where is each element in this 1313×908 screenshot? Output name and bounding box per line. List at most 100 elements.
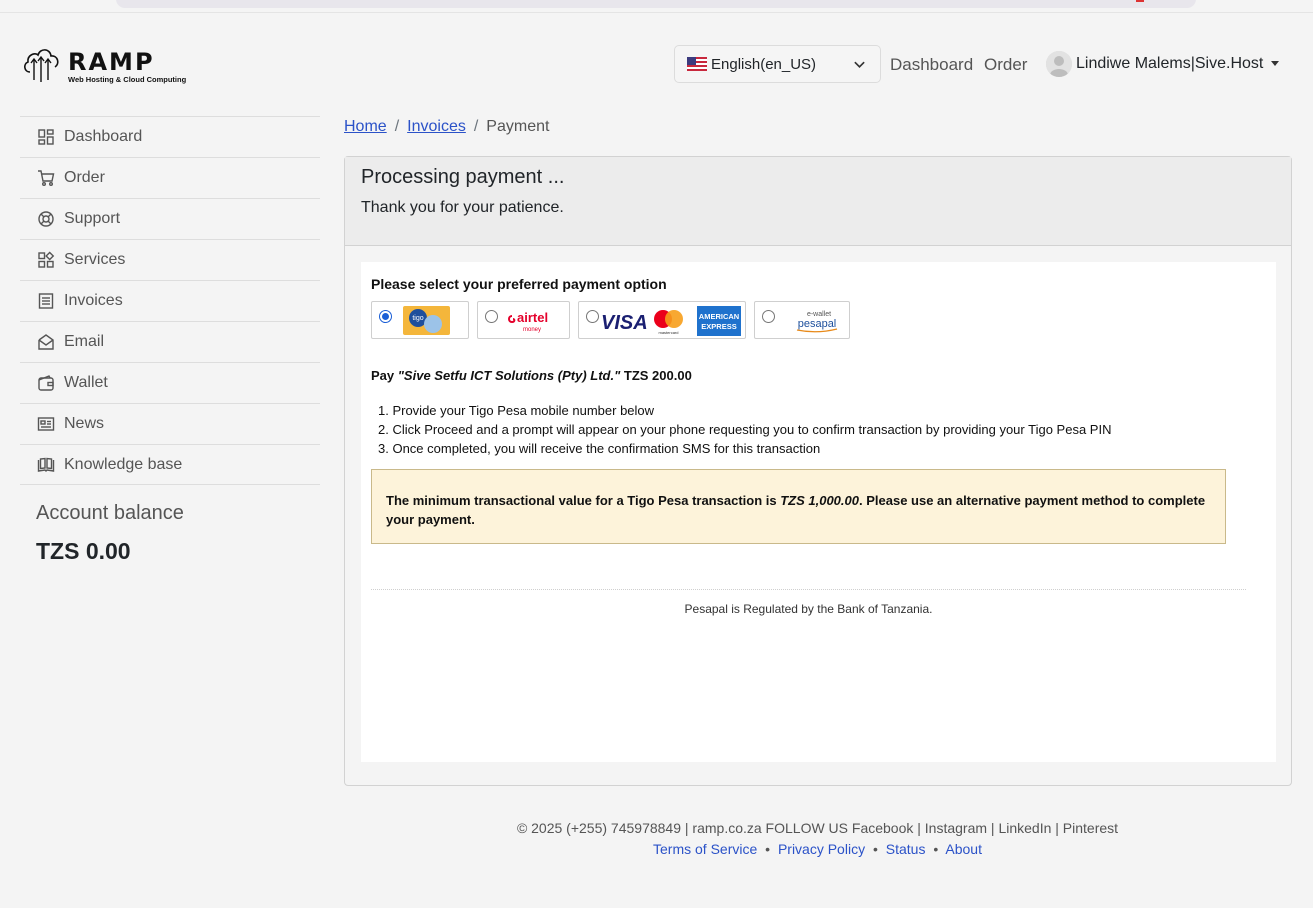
visa-logo-text: VISA xyxy=(601,312,648,334)
instruction-step: 2. Click Proceed and a prompt will appea… xyxy=(378,422,1112,437)
tigo-pesa-radio[interactable] xyxy=(379,310,392,323)
sidebar-item-label: Knowledge base xyxy=(64,455,183,473)
instruction-step: 1. Provide your Tigo Pesa mobile number … xyxy=(378,403,655,418)
sidebar-item-label: Email xyxy=(64,333,105,350)
wallet-icon xyxy=(38,375,54,391)
account-balance-label: Account balance xyxy=(36,502,184,524)
tigo-pesa-logo-icon: tigo xyxy=(403,306,450,335)
breadcrumb-separator: / xyxy=(473,118,479,135)
tigo-logo-text: tigo xyxy=(412,315,423,322)
lifebuoy-icon xyxy=(38,211,54,227)
sidebar-item-label: Wallet xyxy=(64,374,108,391)
nav-dashboard-link[interactable]: Dashboard xyxy=(890,55,973,75)
sidebar: Dashboard Order Support Services Invoice… xyxy=(20,116,320,485)
footer-separator: • xyxy=(933,841,939,857)
about-link[interactable]: About xyxy=(945,841,982,857)
sidebar-item-services[interactable]: Services xyxy=(20,239,320,280)
pesapal-logo-subtext: e-wallet xyxy=(807,311,831,318)
payment-option-airtel-money[interactable]: airtel money xyxy=(477,301,570,339)
language-select[interactable]: English(en_US) xyxy=(674,45,881,83)
sidebar-item-knowledge-base[interactable]: Knowledge base xyxy=(20,444,320,485)
sidebar-item-label: Support xyxy=(64,210,121,227)
regulation-notice: Pesapal is Regulated by the Bank of Tanz… xyxy=(684,602,933,616)
services-icon xyxy=(38,251,55,268)
sidebar-item-support[interactable]: Support xyxy=(20,198,320,239)
user-menu[interactable]: Lindiwe Malems|Sive.Host xyxy=(1046,51,1280,77)
pesapal-radio[interactable] xyxy=(762,310,775,323)
sidebar-item-label: News xyxy=(64,415,105,432)
sidebar-item-order[interactable]: Order xyxy=(20,157,320,198)
pesapal-logo-text: pesapal xyxy=(798,318,837,330)
instruction-step: 3. Once completed, you will receive the … xyxy=(378,441,821,456)
nav-order-link[interactable]: Order xyxy=(984,55,1027,75)
sidebar-item-email[interactable]: Email xyxy=(20,321,320,362)
cloud-logo-icon xyxy=(24,49,59,82)
pesapal-logo-icon: e-wallet pesapal xyxy=(796,311,838,333)
us-flag-icon xyxy=(687,57,707,71)
envelope-icon xyxy=(38,334,54,350)
caret-down-icon xyxy=(1271,60,1280,66)
payment-panel: Processing payment ... Thank you for you… xyxy=(344,156,1292,786)
chevron-down-icon xyxy=(854,61,865,69)
payment-frame: Please select your preferred payment opt… xyxy=(361,262,1276,762)
breadcrumb-home-link[interactable]: Home xyxy=(344,118,387,136)
panel-title: Processing payment ... xyxy=(361,166,565,188)
airtel-logo-text: airtel xyxy=(517,310,548,325)
mastercard-logo-text: mastercard xyxy=(658,330,678,335)
terms-of-service-link[interactable]: Terms of Service xyxy=(653,841,757,857)
amex-logo-text-2: EXPRESS xyxy=(701,322,736,331)
amex-logo-text-1: AMERICAN xyxy=(699,312,739,321)
breadcrumb: Home / Invoices / Payment xyxy=(344,118,549,136)
breadcrumb-separator: / xyxy=(394,118,400,135)
sidebar-item-dashboard[interactable]: Dashboard xyxy=(20,116,320,157)
browser-top-strip xyxy=(116,0,1196,8)
airtel-logo-subtext: money xyxy=(523,327,541,333)
pay-summary: Pay "Sive Setfu ICT Solutions (Pty) Ltd.… xyxy=(371,368,692,383)
payment-option-tigo-pesa[interactable]: tigo xyxy=(371,301,469,339)
sidebar-item-label: Dashboard xyxy=(64,128,143,145)
status-link[interactable]: Status xyxy=(886,841,926,857)
payment-options: tigo airtel money VISA mastercard AMERIC… xyxy=(371,301,858,339)
account-balance-value: TZS 0.00 xyxy=(36,538,131,564)
payment-option-cards[interactable]: VISA mastercard AMERICAN EXPRESS xyxy=(578,301,746,339)
avatar xyxy=(1046,51,1072,77)
warning-amount: TZS 1,000.00 xyxy=(780,493,859,508)
sidebar-item-label: Invoices xyxy=(64,292,123,309)
sidebar-item-news[interactable]: News xyxy=(20,403,320,444)
panel-subtitle: Thank you for your patience. xyxy=(361,199,564,216)
payment-option-pesapal-wallet[interactable]: e-wallet pesapal xyxy=(754,301,850,339)
minimum-amount-warning: The minimum transactional value for a Ti… xyxy=(371,469,1226,544)
payment-select-title: Please select your preferred payment opt… xyxy=(371,276,667,292)
logo-wordmark: RAMP xyxy=(68,48,155,76)
user-avatar-icon xyxy=(1046,51,1072,77)
news-icon xyxy=(37,417,55,431)
sidebar-item-label: Order xyxy=(64,169,105,186)
instruction-list: 1. Provide your Tigo Pesa mobile number … xyxy=(371,401,1231,458)
dashboard-icon xyxy=(38,129,54,145)
privacy-policy-link[interactable]: Privacy Policy xyxy=(778,841,865,857)
top-divider xyxy=(0,12,1313,13)
airtel-money-radio[interactable] xyxy=(485,310,498,323)
breadcrumb-current: Payment xyxy=(486,118,550,135)
user-name: Lindiwe Malems|Sive.Host xyxy=(1076,55,1264,72)
language-label: English(en_US) xyxy=(711,55,817,73)
pay-prefix: Pay xyxy=(371,368,395,383)
sidebar-item-wallet[interactable]: Wallet xyxy=(20,362,320,403)
sidebar-item-invoices[interactable]: Invoices xyxy=(20,280,320,321)
breadcrumb-invoices-link[interactable]: Invoices xyxy=(407,118,466,136)
footer-info: © 2025 (+255) 745978849 | ramp.co.za FOL… xyxy=(516,820,1119,836)
payment-form: Please select your preferred payment opt… xyxy=(371,276,1246,616)
invoice-icon xyxy=(38,293,54,309)
card-logos-icon: VISA mastercard AMERICAN EXPRESS xyxy=(601,306,741,336)
warning-prefix: The minimum transactional value for a Ti… xyxy=(386,493,777,508)
pay-amount: TZS 200.00 xyxy=(623,368,692,383)
merchant-name: "Sive Setfu ICT Solutions (Pty) Ltd." xyxy=(397,368,621,383)
airtel-money-logo-icon: airtel money xyxy=(508,310,548,333)
dotted-divider xyxy=(371,589,1246,590)
footer-separator: • xyxy=(872,841,878,857)
ramp-logo[interactable]: RAMP Web Hosting & Cloud Computing xyxy=(22,44,186,86)
footer-links: Terms of Service • Privacy Policy • Stat… xyxy=(0,841,1313,857)
cart-icon xyxy=(38,170,55,186)
cards-radio[interactable] xyxy=(586,310,599,323)
panel-header: Processing payment ... Thank you for you… xyxy=(345,157,1291,246)
